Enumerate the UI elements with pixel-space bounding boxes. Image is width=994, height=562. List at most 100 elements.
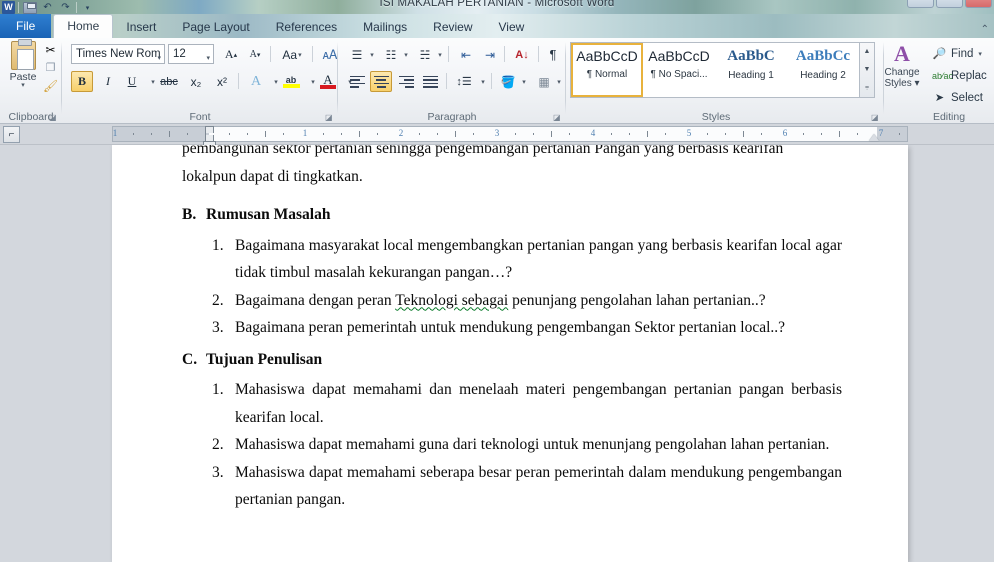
line-spacing-dropdown-icon[interactable]: ▾ bbox=[477, 71, 488, 92]
underline-button[interactable]: U bbox=[121, 71, 143, 92]
find-dropdown-icon[interactable]: ▾ bbox=[978, 50, 982, 58]
scroll-down-icon[interactable]: ▼ bbox=[860, 61, 874, 79]
text-before: Bagaimana dengan peran bbox=[235, 291, 396, 309]
select-button[interactable]: ➤ Select bbox=[932, 88, 983, 107]
dialog-launcher-icon[interactable]: ◪ bbox=[325, 113, 334, 122]
copy-button[interactable]: ❐ bbox=[42, 60, 59, 77]
tab-page-layout[interactable]: Page Layout bbox=[169, 16, 262, 38]
justify-icon[interactable] bbox=[419, 71, 441, 92]
strikethrough-button[interactable]: abc bbox=[156, 71, 182, 92]
style-no-spacing[interactable]: AaBbCcD ¶ No Spaci... bbox=[643, 43, 715, 97]
subscript-button[interactable]: x₂ bbox=[184, 71, 208, 92]
tab-view[interactable]: View bbox=[486, 16, 538, 38]
replace-button[interactable]: ab⁄ac Replac bbox=[932, 66, 987, 85]
font-name-value: Times New Rom bbox=[76, 48, 161, 60]
group-label-styles: Styles bbox=[701, 111, 731, 123]
align-right-icon[interactable] bbox=[395, 71, 417, 92]
group-clipboard: Paste ▾ ✂ ❐ 🖌 Clipboard ◪ bbox=[0, 38, 62, 124]
minimize-button[interactable] bbox=[907, 0, 934, 8]
document-page[interactable]: pembangunan sektor pertanian sehingga pe… bbox=[112, 145, 908, 562]
ruler-number: 2 bbox=[398, 128, 404, 138]
numbering-icon[interactable]: ☷ bbox=[380, 44, 402, 65]
cut-button[interactable]: ✂ bbox=[42, 42, 59, 59]
borders-dropdown-icon[interactable]: ▾ bbox=[553, 71, 564, 92]
bullets-icon[interactable]: ☰ bbox=[346, 44, 368, 65]
dialog-launcher-icon[interactable]: ◪ bbox=[553, 113, 562, 122]
format-painter-button[interactable]: 🖌 bbox=[42, 78, 59, 95]
tab-references[interactable]: References bbox=[263, 16, 350, 38]
style-heading-2[interactable]: AaBbCc Heading 2 bbox=[787, 43, 859, 97]
style-sample: AaBbC bbox=[727, 48, 775, 64]
tab-left-icon[interactable]: ⌐ bbox=[3, 126, 20, 143]
numbering-dropdown-icon[interactable]: ▾ bbox=[400, 44, 411, 65]
tab-mailings[interactable]: Mailings bbox=[350, 16, 420, 38]
align-center-icon[interactable] bbox=[370, 71, 392, 92]
document-content[interactable]: pembangunan sektor pertanian sehingga pe… bbox=[182, 145, 842, 514]
shrink-font-icon[interactable]: A ▾ bbox=[244, 44, 266, 65]
chevron-down-icon[interactable]: ▾ bbox=[206, 49, 210, 68]
ribbon-tabs[interactable]: File Home Insert Page Layout References … bbox=[0, 14, 537, 38]
bold-button[interactable]: B bbox=[71, 71, 93, 92]
text-effects-icon[interactable]: A bbox=[245, 71, 267, 92]
tab-file[interactable]: File bbox=[0, 14, 52, 38]
line-spacing-icon[interactable]: ↕☰ bbox=[452, 71, 476, 92]
horizontal-ruler[interactable]: 1 1 2 3 4 5 6 7 bbox=[112, 126, 908, 146]
borders-icon[interactable]: ▦ bbox=[533, 71, 555, 92]
dialog-launcher-icon[interactable]: ◪ bbox=[871, 113, 880, 122]
grow-font-icon[interactable]: A ▴ bbox=[220, 44, 242, 65]
shading-dropdown-icon[interactable]: ▾ bbox=[518, 71, 529, 92]
tab-home[interactable]: Home bbox=[53, 14, 114, 38]
group-editing: 🔎 Find ▾ ab⁄ac Replac ➤ Select Editing bbox=[884, 38, 994, 124]
font-name-combo[interactable]: Times New Rom ▾ bbox=[71, 44, 165, 64]
shading-icon[interactable]: 🪣 bbox=[497, 71, 519, 92]
ribbon: Paste ▾ ✂ ❐ 🖌 Clipboard ◪ Times New Rom … bbox=[0, 38, 994, 124]
select-label: Select bbox=[951, 91, 983, 104]
list-text: Bagaimana masyarakat local mengembangkan… bbox=[235, 236, 842, 282]
tab-insert[interactable]: Insert bbox=[113, 16, 169, 38]
style-sample: AaBbCcD bbox=[576, 48, 638, 64]
change-case-icon[interactable]: Aa ▾ bbox=[276, 44, 308, 65]
left-indent-marker[interactable] bbox=[205, 126, 214, 133]
scroll-up-icon[interactable]: ▲ bbox=[860, 43, 874, 61]
chevron-up-icon[interactable]: ⌃ bbox=[981, 24, 989, 35]
ruler-number: 1 bbox=[112, 128, 118, 138]
paste-dropdown-arrow[interactable]: ▾ bbox=[6, 82, 40, 89]
styles-scrollbar[interactable]: ▲ ▼ ⩦ bbox=[860, 42, 875, 98]
multilevel-list-icon[interactable]: ☵ bbox=[414, 44, 436, 65]
pilcrow-icon[interactable]: ¶ bbox=[543, 44, 563, 65]
font-color-icon[interactable]: A bbox=[317, 71, 339, 92]
text-highlight-icon[interactable]: ab bbox=[280, 71, 302, 92]
list-text: Mahasiswa dapat memahami guna dari tekno… bbox=[235, 436, 830, 453]
italic-button[interactable]: I bbox=[97, 71, 119, 92]
style-name: ¶ Normal bbox=[586, 69, 628, 80]
more-styles-icon[interactable]: ⩦ bbox=[860, 79, 874, 97]
font-size-combo[interactable]: 12 ▾ bbox=[168, 44, 214, 64]
chevron-down-icon[interactable]: ▾ bbox=[157, 49, 161, 68]
right-indent-marker[interactable] bbox=[869, 134, 879, 141]
list-number: 2. bbox=[212, 436, 224, 453]
styles-gallery[interactable]: AaBbCcD ¶ Normal AaBbCcD ¶ No Spaci... A… bbox=[570, 42, 860, 98]
ruler-number: 4 bbox=[590, 128, 596, 138]
close-button[interactable] bbox=[965, 0, 992, 8]
style-heading-1[interactable]: AaBbC Heading 1 bbox=[715, 43, 787, 97]
align-left-icon[interactable] bbox=[346, 71, 368, 92]
paintbrush-icon: 🖌 bbox=[42, 79, 59, 93]
decrease-indent-icon[interactable]: ⇤ bbox=[455, 44, 477, 65]
restore-button[interactable] bbox=[936, 0, 963, 8]
multilevel-dropdown-icon[interactable]: ▾ bbox=[434, 44, 445, 65]
section-label: B. bbox=[182, 206, 197, 223]
dialog-launcher-icon[interactable]: ◪ bbox=[49, 113, 58, 122]
ruler-number: 6 bbox=[782, 128, 788, 138]
find-button[interactable]: 🔎 Find ▾ bbox=[932, 44, 982, 63]
window-controls[interactable] bbox=[907, 0, 992, 8]
bullets-dropdown-icon[interactable]: ▾ bbox=[366, 44, 377, 65]
sort-az-icon[interactable]: A↓ bbox=[510, 44, 534, 65]
style-name: Heading 1 bbox=[728, 70, 774, 81]
tab-review[interactable]: Review bbox=[420, 16, 485, 38]
document-area[interactable]: pembangunan sektor pertanian sehingga pe… bbox=[0, 145, 994, 562]
style-normal[interactable]: AaBbCcD ¶ Normal bbox=[571, 43, 643, 97]
list-number: 3. bbox=[212, 319, 224, 336]
increase-indent-icon[interactable]: ⇥ bbox=[479, 44, 501, 65]
paste-button[interactable]: Paste ▾ bbox=[6, 39, 40, 89]
superscript-button[interactable]: x² bbox=[210, 71, 234, 92]
